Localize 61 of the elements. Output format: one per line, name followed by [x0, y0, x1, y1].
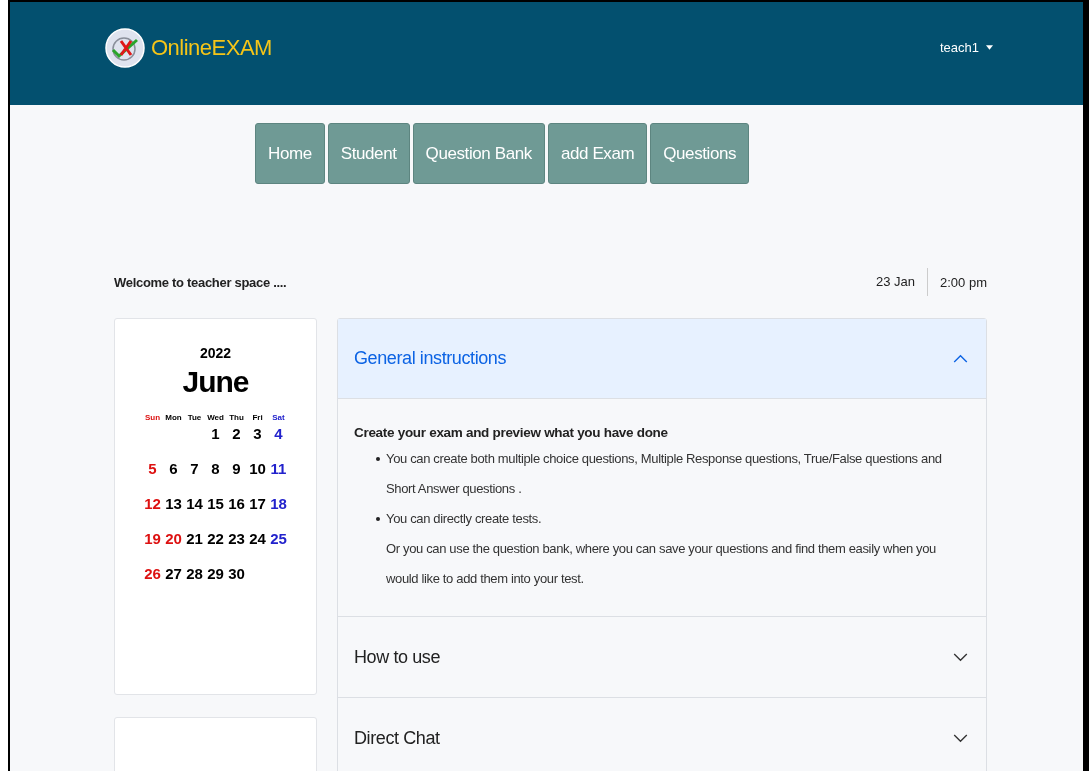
calendar-day: 30 [228, 562, 245, 597]
calendar-year: 2022 [199, 345, 232, 361]
chevron-down-icon [953, 733, 968, 743]
chevron-down-icon [953, 652, 968, 662]
nav-button[interactable]: Questions [650, 123, 750, 184]
calendar-day: 12 [144, 492, 161, 527]
calendar-day: 20 [165, 527, 182, 562]
bullet-icon [376, 517, 380, 521]
calendar-day: 7 [190, 457, 199, 492]
calendar-day: 6 [169, 457, 178, 492]
instruction-text: Or you can use the question bank, where you can save your questions and find them easily when you would like to add them into your test. [386, 540, 937, 588]
calendar-day: 14 [186, 492, 203, 527]
weekday-label: Tue [187, 413, 202, 422]
instruction-text: You can directly create tests. [386, 510, 543, 528]
calendar-day: 16 [228, 492, 245, 527]
weekday-label: Thu [229, 413, 244, 422]
instruction-heading: Create your exam and preview what you have done [354, 425, 669, 440]
bullet-icon [376, 457, 380, 461]
calendar-day: 2 [232, 422, 241, 457]
calendar-day: 5 [148, 457, 157, 492]
calendar-day: 13 [165, 492, 182, 527]
brand-name: OnlineEXAM [151, 34, 272, 61]
calendar-day: 9 [232, 457, 241, 492]
calendar-day: 18 [270, 492, 287, 527]
weekday-label: Sat [272, 413, 285, 422]
calendar-day: 8 [211, 457, 220, 492]
weekday-label: Mon [165, 413, 182, 422]
calendar-day: 19 [144, 527, 161, 562]
nav-button[interactable]: Home [255, 123, 325, 184]
caret-icon [986, 45, 993, 50]
calendar-day: 26 [144, 562, 161, 597]
weekday-label: Sun [144, 413, 161, 422]
nav-button[interactable]: Question Bank [412, 123, 545, 184]
calendar-day: 3 [253, 422, 262, 457]
nav-button[interactable]: Student [327, 123, 410, 184]
calendar-day: 29 [207, 562, 224, 597]
nav-button[interactable]: add Exam [547, 123, 648, 184]
logo-icon [105, 27, 145, 68]
weekday-label: Fri [252, 413, 263, 422]
calendar-day: 24 [249, 527, 266, 562]
calendar-day: 25 [270, 527, 287, 562]
date-text: 23 Jan [875, 268, 928, 296]
time-text: 2:00 pm [939, 274, 987, 290]
calendar-day: 17 [249, 492, 266, 527]
user-menu[interactable]: teach1 [939, 40, 993, 55]
instruction-text: You can create both multiple choice questions, Multiple Response questions, True/False questions and Short Answer questions . [386, 450, 943, 498]
calendar-month: June [182, 365, 249, 399]
calendar-day: 1 [211, 422, 220, 457]
calendar-day: 27 [165, 562, 182, 597]
welcome-text: Welcome to teacher space .... [114, 274, 287, 290]
calendar-day: 4 [274, 422, 283, 457]
calendar-day: 15 [207, 492, 224, 527]
calendar-day: 22 [207, 527, 224, 562]
calendar-day: 28 [186, 562, 203, 597]
calendar-day: 10 [249, 457, 266, 492]
accordion-header[interactable]: General instructions [338, 319, 986, 399]
calendar-day: 11 [270, 457, 287, 492]
weekday-label: Wed [207, 413, 224, 422]
calendar-day: 21 [186, 527, 203, 562]
calendar-day: 23 [228, 527, 245, 562]
chevron-up-icon [953, 354, 968, 363]
